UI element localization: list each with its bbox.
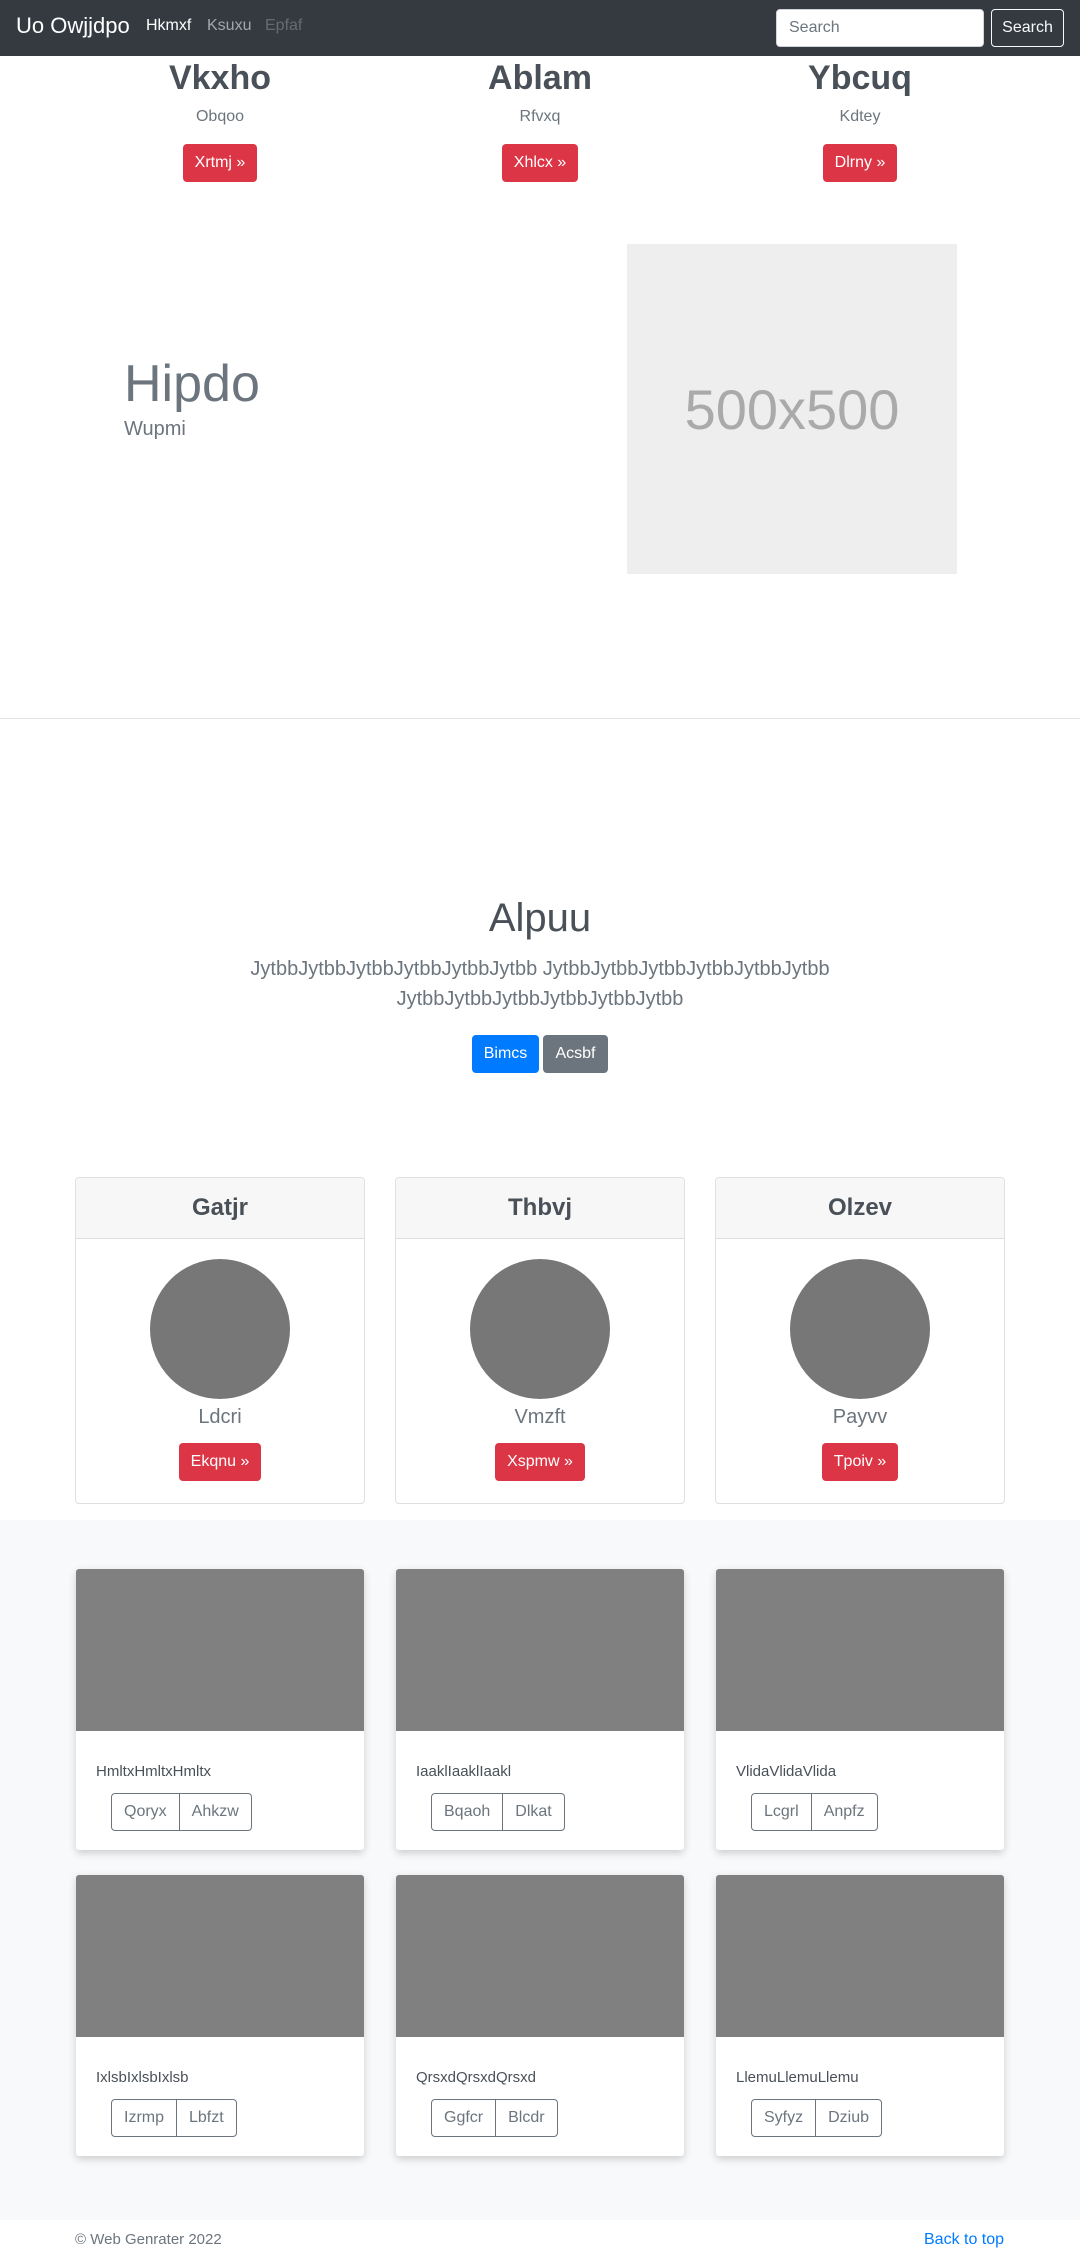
album-card-5: QrsxdQrsxdQrsxd Ggfcr Blcdr — [396, 1875, 684, 2156]
card-button-1[interactable]: Qoryx — [111, 1793, 180, 1831]
album-card-4: IxlsbIxlsbIxlsb Izrmp Lbfzt — [76, 1875, 364, 2156]
card-button-1[interactable]: Izrmp — [111, 2099, 177, 2137]
card-button-2[interactable]: Ahkzw — [178, 1793, 252, 1831]
top-column-3: Ybcuq Kdtey Dlrny » — [760, 56, 960, 182]
button-group: Qoryx Ahkzw — [111, 1793, 252, 1831]
feature-subheading: Wupmi — [124, 418, 186, 440]
nav-link-3-disabled: Epfaf — [265, 17, 303, 34]
card-header: Thbvj — [396, 1178, 684, 1239]
card-button-1[interactable]: Ggfcr — [431, 2099, 497, 2137]
column-button[interactable]: Xhlcx » — [501, 144, 579, 182]
nav-link-2[interactable]: Ksuxu — [207, 17, 251, 35]
avatar-circle — [470, 1259, 610, 1399]
card-button-2[interactable]: Dziub — [815, 2099, 883, 2137]
card-text: VlidaVlidaVlida — [736, 1763, 837, 1780]
card-text: QrsxdQrsxdQrsxd — [416, 2069, 537, 2086]
pricing-card-1: Gatjr Ldcri Ekqnu » — [75, 1177, 365, 1504]
top-column-2: Ablam Rfvxq Xhlcx » — [440, 56, 640, 182]
avatar-circle — [150, 1259, 290, 1399]
album-card-6: LlemuLlemuLlemu Syfyz Dziub — [716, 1875, 1004, 2156]
back-to-top-link[interactable]: Back to top — [924, 2231, 1004, 2249]
card-button-2[interactable]: Blcdr — [495, 2099, 558, 2137]
card-text: IaaklIaaklIaakl — [416, 1763, 512, 1780]
card-text: IxlsbIxlsbIxlsb — [96, 2069, 189, 2086]
card-text: HmltxHmltxHmltx — [96, 1763, 211, 1780]
card-thumbnail — [716, 1875, 1004, 2037]
column-title: Ablam — [488, 59, 592, 97]
button-group: Syfyz Dziub — [751, 2099, 883, 2137]
button-group: Izrmp Lbfzt — [111, 2099, 237, 2137]
placeholder-image: 500x500 — [627, 244, 957, 574]
card-thumbnail — [76, 1569, 364, 1731]
card-button-2[interactable]: Lbfzt — [176, 2099, 237, 2137]
secondary-button[interactable]: Acsbf — [543, 1035, 608, 1073]
pricing-card-2: Thbvj Vmzft Xspmw » — [395, 1177, 685, 1504]
album-section: HmltxHmltxHmltx Qoryx Ahkzw IaaklIaaklIa… — [0, 1520, 1080, 2220]
column-subtitle: Rfvxq — [519, 108, 561, 125]
column-title: Ybcuq — [808, 59, 912, 97]
footer-copyright: © Web Genrater 2022 — [75, 2231, 222, 2248]
jumbotron-lead: JytbbJytbbJytbbJytbbJytbbJytbb JytbbJytb… — [250, 958, 830, 1010]
top-column-1: Vkxho Obqoo Xrtmj » — [120, 56, 320, 182]
search-button[interactable]: Search — [991, 9, 1064, 47]
column-title: Vkxho — [168, 59, 272, 97]
card-button[interactable]: Ekqnu » — [178, 1443, 262, 1481]
card-button-2[interactable]: Dlkat — [502, 1793, 565, 1831]
column-button[interactable]: Xrtmj » — [182, 144, 258, 182]
primary-button[interactable]: Bimcs — [472, 1035, 539, 1073]
section-divider — [0, 718, 1080, 719]
column-button[interactable]: Dlrny » — [822, 144, 898, 182]
card-thumbnail — [76, 1875, 364, 2037]
card-text: Payvv — [832, 1406, 888, 1428]
card-header: Gatjr — [76, 1178, 364, 1239]
pricing-card-3: Olzev Payvv Tpoiv » — [715, 1177, 1005, 1504]
card-button-2[interactable]: Anpfz — [810, 1793, 878, 1831]
card-button[interactable]: Tpoiv » — [821, 1443, 899, 1481]
button-group: Bqaoh Dlkat — [431, 1793, 565, 1831]
card-button-1[interactable]: Syfyz — [751, 2099, 817, 2137]
card-button-1[interactable]: Lcgrl — [751, 1793, 812, 1831]
card-button[interactable]: Xspmw » — [495, 1443, 585, 1481]
column-subtitle: Kdtey — [839, 108, 881, 125]
card-thumbnail — [716, 1569, 1004, 1731]
album-card-1: HmltxHmltxHmltx Qoryx Ahkzw — [76, 1569, 364, 1850]
card-button-1[interactable]: Bqaoh — [431, 1793, 504, 1831]
album-card-2: IaaklIaaklIaakl Bqaoh Dlkat — [396, 1569, 684, 1850]
feature-heading: Hipdo — [124, 355, 260, 413]
button-group: Ggfcr Blcdr — [431, 2099, 558, 2137]
card-thumbnail — [396, 1569, 684, 1731]
album-card-3: VlidaVlidaVlida Lcgrl Anpfz — [716, 1569, 1004, 1850]
jumbotron-heading: Alpuu — [488, 896, 592, 940]
button-group: Lcgrl Anpfz — [751, 1793, 878, 1831]
nav-link-1[interactable]: Hkmxf — [146, 17, 191, 35]
brand[interactable]: Uo Owjjdpo — [16, 13, 130, 39]
placeholder-image-label: 500x500 — [684, 377, 900, 441]
card-text: Ldcri — [198, 1406, 242, 1428]
card-text: Vmzft — [514, 1406, 566, 1428]
column-subtitle: Obqoo — [195, 108, 245, 125]
avatar-circle — [790, 1259, 930, 1399]
card-thumbnail — [396, 1875, 684, 2037]
navbar: Uo Owjjdpo Hkmxf Ksuxu Epfaf Search — [0, 0, 1080, 56]
card-text: LlemuLlemuLlemu — [736, 2069, 859, 2086]
card-header: Olzev — [716, 1178, 1004, 1239]
search-input[interactable] — [776, 9, 984, 47]
